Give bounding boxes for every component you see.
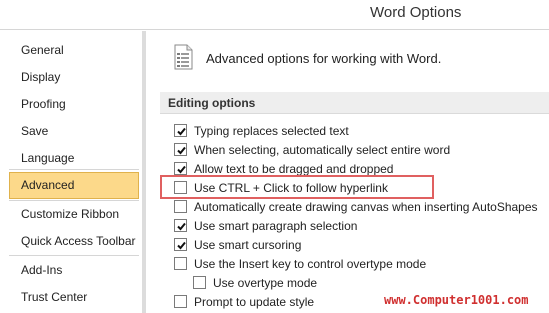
sidebar-divider bbox=[9, 169, 139, 170]
sidebar-item-proofing[interactable]: Proofing bbox=[9, 91, 139, 118]
sidebar-item-display[interactable]: Display bbox=[9, 64, 139, 91]
sidebar-divider bbox=[9, 255, 139, 256]
option-label: Use overtype mode bbox=[213, 276, 318, 290]
option-label: Typing replaces selected text bbox=[194, 124, 349, 138]
checkbox[interactable] bbox=[174, 219, 187, 232]
checkbox[interactable] bbox=[174, 257, 187, 270]
section-header: Editing options bbox=[160, 92, 549, 114]
checkbox[interactable] bbox=[193, 276, 206, 289]
window-title: Word Options bbox=[370, 4, 462, 21]
checkmark-icon bbox=[177, 241, 186, 250]
sidebar-item-save[interactable]: Save bbox=[9, 118, 139, 145]
option-label: Automatically create drawing canvas when… bbox=[194, 200, 538, 214]
watermark-text: www.Computer1001.com bbox=[384, 293, 529, 307]
sidebar-item-language[interactable]: Language bbox=[9, 145, 139, 172]
page-header-text: Advanced options for working with Word. bbox=[206, 51, 442, 66]
sidebar-item-add-ins[interactable]: Add-Ins bbox=[9, 257, 139, 284]
option-label: Use the Insert key to control overtype m… bbox=[194, 257, 427, 271]
checkbox[interactable] bbox=[174, 124, 187, 137]
option-label: When selecting, automatically select ent… bbox=[194, 143, 451, 157]
checkbox[interactable] bbox=[174, 162, 187, 175]
highlight-box bbox=[160, 175, 434, 199]
option-label: Use smart paragraph selection bbox=[194, 219, 358, 233]
sidebar-item-customize-ribbon[interactable]: Customize Ribbon bbox=[9, 201, 139, 228]
checkmark-icon bbox=[177, 222, 186, 231]
checkbox[interactable] bbox=[174, 295, 187, 308]
option-label: Prompt to update style bbox=[194, 295, 315, 309]
sidebar-item-quick-access-toolbar[interactable]: Quick Access Toolbar bbox=[9, 228, 139, 255]
checkbox[interactable] bbox=[174, 143, 187, 156]
checkbox[interactable] bbox=[174, 200, 187, 213]
sidebar-item-trust-center[interactable]: Trust Center bbox=[9, 284, 139, 311]
checkmark-icon bbox=[177, 127, 186, 136]
title-bar: Word Options bbox=[0, 0, 549, 30]
checkbox[interactable] bbox=[174, 238, 187, 251]
option-label: Use smart cursoring bbox=[194, 238, 302, 252]
checkmark-icon bbox=[177, 165, 186, 174]
options-document-icon bbox=[171, 44, 195, 70]
sidebar-item-general[interactable]: General bbox=[9, 37, 139, 64]
section-title: Editing options bbox=[168, 96, 256, 110]
checkmark-icon bbox=[177, 146, 186, 155]
sidebar-item-advanced[interactable]: Advanced bbox=[9, 172, 139, 199]
